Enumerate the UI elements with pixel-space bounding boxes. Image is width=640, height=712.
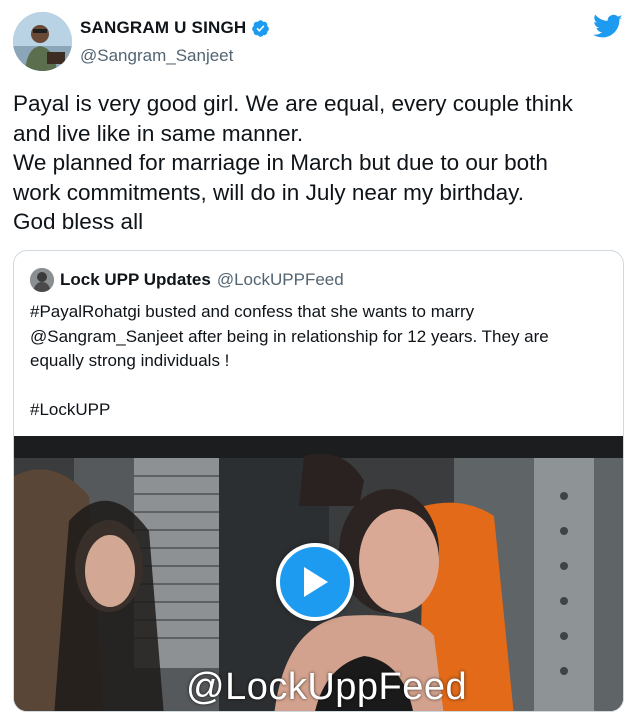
quoted-author-handle[interactable]: @LockUPPFeed <box>217 270 344 290</box>
quoted-author-avatar[interactable] <box>30 268 54 292</box>
tweet-card: SANGRAM U SINGH @Sangram_Sanjeet Payal i… <box>0 0 640 712</box>
quoted-text-line <box>30 374 620 399</box>
quoted-author-name[interactable]: Lock UPP Updates <box>60 270 211 290</box>
play-button[interactable] <box>276 543 354 621</box>
video-watermark: @LockUppFeed <box>186 666 468 708</box>
tweet-text-line: Payal is very good girl. We are equal, e… <box>13 91 573 116</box>
quoted-tweet-text: #PayalRohatgi busted and confess that sh… <box>30 300 620 423</box>
twitter-bird-icon[interactable] <box>593 14 623 40</box>
play-icon <box>304 567 328 597</box>
quoted-text-line: equally strong individuals ! <box>30 351 230 370</box>
quoted-text-line: @Sangram_Sanjeet after being in relation… <box>30 326 549 346</box>
quoted-text-line: #LockUPP <box>30 400 111 419</box>
author-avatar[interactable] <box>13 12 72 71</box>
author-name-row: SANGRAM U SINGH <box>80 18 270 38</box>
quoted-text-line: #PayalRohatgi busted and confess that sh… <box>30 302 475 321</box>
tweet-text-line: God bless all <box>13 209 144 235</box>
tweet-text-line: work commitments, will do in July near m… <box>13 179 524 205</box>
tweet-text: Payal is very good girl. We are equal, e… <box>13 89 628 237</box>
quoted-tweet[interactable]: Lock UPP Updates @LockUPPFeed #PayalRoha… <box>13 250 624 712</box>
author-handle[interactable]: @Sangram_Sanjeet <box>80 46 233 66</box>
verified-badge-icon <box>252 19 270 37</box>
author-display-name[interactable]: SANGRAM U SINGH <box>80 18 246 38</box>
video-player[interactable]: @LockUppFeed <box>14 436 623 711</box>
quoted-tweet-header: Lock UPP Updates @LockUPPFeed <box>30 268 344 292</box>
tweet-text-line: We planned for marriage in March but due… <box>13 150 548 176</box>
tweet-text-line: and live like in same manner. <box>13 120 304 146</box>
